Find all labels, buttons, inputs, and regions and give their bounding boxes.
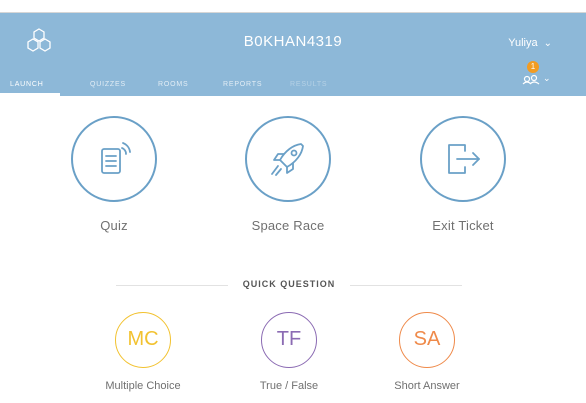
space-race-circle[interactable]	[245, 116, 331, 202]
rocket-icon	[271, 143, 304, 176]
multiple-choice-label: Multiple Choice	[105, 380, 181, 392]
tab-reports[interactable]: REPORTS	[223, 81, 262, 88]
notifications-menu[interactable]: 1 ⌄	[522, 61, 552, 87]
user-menu[interactable]: Yuliya ⌄	[508, 37, 552, 49]
multiple-choice-circle[interactable]: MC	[115, 312, 171, 368]
quiz-circle[interactable]	[71, 116, 157, 202]
room-name: B0KHAN4319	[243, 33, 343, 50]
quick-question-true-false[interactable]: TF True / False	[229, 312, 349, 392]
launch-space-race[interactable]: Space Race	[228, 116, 348, 233]
active-tab-indicator	[0, 93, 60, 96]
notification-badge: 1	[527, 61, 539, 73]
browser-top-strip	[0, 0, 586, 13]
quiz-label: Quiz	[100, 218, 128, 233]
app-header: B0KHAN4319 Yuliya ⌄ LAUNCH QUIZZES ROOMS …	[0, 13, 586, 96]
chevron-down-icon: ⌄	[543, 38, 552, 49]
exit-ticket-circle[interactable]	[420, 116, 506, 202]
quick-question-header: QUICK QUESTION	[116, 276, 462, 296]
short-answer-circle[interactable]: SA	[399, 312, 455, 368]
launch-quiz[interactable]: Quiz	[54, 116, 174, 233]
divider-right	[350, 285, 462, 286]
short-answer-label: Short Answer	[394, 380, 460, 392]
quick-question-multiple-choice[interactable]: MC Multiple Choice	[83, 312, 203, 392]
user-name: Yuliya	[508, 37, 538, 49]
launch-exit-ticket[interactable]: Exit Ticket	[403, 116, 523, 233]
quick-question-title: QUICK QUESTION	[242, 279, 336, 289]
quiz-document-icon	[101, 142, 131, 174]
quick-question-short-answer[interactable]: SA Short Answer	[367, 312, 487, 392]
notifications-icon	[522, 74, 540, 85]
tab-launch[interactable]: LAUNCH	[10, 81, 44, 88]
exit-ticket-label: Exit Ticket	[432, 218, 494, 233]
space-race-label: Space Race	[251, 218, 325, 233]
true-false-circle[interactable]: TF	[261, 312, 317, 368]
chevron-down-icon: ⌄	[543, 73, 551, 83]
true-false-label: True / False	[259, 380, 319, 392]
exit-door-icon	[448, 144, 480, 174]
tab-quizzes[interactable]: QUIZZES	[90, 81, 126, 88]
tab-rooms[interactable]: ROOMS	[158, 81, 188, 88]
tab-results[interactable]: RESULTS	[290, 81, 327, 88]
